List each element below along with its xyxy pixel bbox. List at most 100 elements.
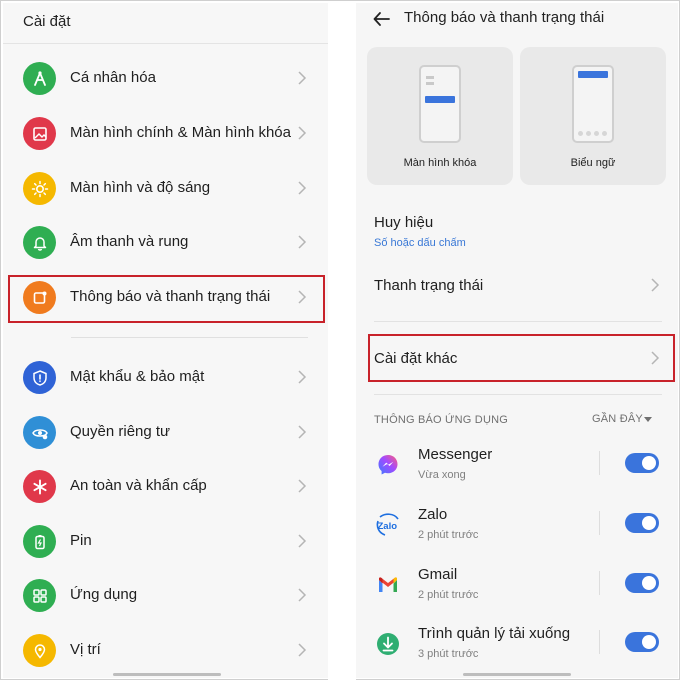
badge-setting-value: Số hoặc dấu chấm <box>374 237 466 249</box>
settings-item-display-brightness[interactable]: Màn hình và độ sáng <box>3 162 328 216</box>
divider <box>599 630 600 654</box>
settings-item-privacy[interactable]: Quyền riêng tư <box>3 406 328 460</box>
download-icon <box>377 633 399 655</box>
header-divider <box>3 43 328 44</box>
settings-item-apps[interactable]: Ứng dụng <box>3 569 328 623</box>
divider <box>599 511 600 535</box>
app-time: Vừa xong <box>418 469 466 481</box>
zalo-icon: Zalo <box>376 513 399 536</box>
apps-grid-icon <box>23 579 56 612</box>
chevron-right-icon <box>298 71 307 85</box>
toggle-knob <box>642 516 656 530</box>
app-time: 2 phút trước <box>418 529 479 541</box>
home-indicator[interactable] <box>463 673 571 676</box>
settings-item-label: Pin <box>70 532 92 549</box>
app-time: 2 phút trước <box>418 589 479 601</box>
toggle-knob <box>642 576 656 590</box>
caret-down-icon[interactable] <box>644 417 652 422</box>
app-row-download-manager[interactable]: Trình quản lý tải xuống 3 phút trước <box>356 624 678 678</box>
bell-icon <box>23 226 56 259</box>
settings-item-battery[interactable]: Pin <box>3 515 328 569</box>
settings-item-safety-emergency[interactable]: An toàn và khẩn cấp <box>3 460 328 514</box>
badge-setting-label[interactable]: Huy hiệu <box>374 214 433 231</box>
wallpaper-icon <box>23 117 56 150</box>
page-title: Cài đặt <box>23 13 71 30</box>
settings-item-label: Cá nhân hóa <box>70 69 156 86</box>
zalo-logo-text: Zalo <box>378 521 398 532</box>
settings-item-label: Ứng dụng <box>70 586 138 603</box>
preview-notification-bar <box>425 96 455 103</box>
status-bar-setting[interactable]: Thanh trạng thái <box>374 277 483 294</box>
divider <box>599 571 600 595</box>
preview-line <box>426 76 434 79</box>
chevron-right-icon <box>298 425 307 439</box>
banner-style-card[interactable]: Biểu ngữ <box>520 47 666 185</box>
preview-dot <box>594 131 599 136</box>
highlight-box <box>368 334 675 382</box>
shield-icon <box>23 361 56 394</box>
chevron-right-icon <box>651 278 660 292</box>
messenger-icon <box>378 455 398 475</box>
app-time: 3 phút trước <box>418 648 479 660</box>
chevron-right-icon <box>298 534 307 548</box>
app-row-messenger[interactable]: Messenger Vừa xong <box>356 445 678 503</box>
battery-icon <box>23 525 56 558</box>
divider <box>599 451 600 475</box>
app-row-zalo[interactable]: Zalo Zalo 2 phút trước <box>356 505 678 563</box>
notification-toggle[interactable] <box>625 513 659 533</box>
back-arrow-icon[interactable] <box>372 9 392 29</box>
preview-line <box>426 82 434 85</box>
brightness-icon <box>23 172 56 205</box>
notifications-panel: Thông báo và thanh trạng thái Màn hình k… <box>356 3 678 678</box>
settings-item-label: Màn hình chính & Màn hình khóa <box>70 124 291 141</box>
highlight-box <box>8 275 325 323</box>
chevron-right-icon <box>298 479 307 493</box>
divider <box>374 321 662 322</box>
app-name: Messenger <box>418 446 493 463</box>
settings-panel: Cài đặt Cá nhân hóa Màn hình chính & Màn… <box>3 3 328 678</box>
notification-toggle[interactable] <box>625 632 659 652</box>
app-name: Zalo <box>418 506 448 523</box>
section-title: THÔNG BÁO ỨNG DỤNG <box>374 414 508 426</box>
chevron-right-icon <box>298 588 307 602</box>
emergency-icon <box>23 470 56 503</box>
sort-dropdown[interactable]: GẦN ĐÂY <box>592 413 643 425</box>
lock-screen-style-card[interactable]: Màn hình khóa <box>367 47 513 185</box>
notification-toggle[interactable] <box>625 453 659 473</box>
notification-toggle[interactable] <box>625 573 659 593</box>
card-label: Màn hình khóa <box>403 157 477 169</box>
chevron-right-icon <box>298 643 307 657</box>
chevron-right-icon <box>298 126 307 140</box>
settings-item-label: Quyền riêng tư <box>70 423 171 440</box>
settings-item-password-security[interactable]: Mật khẩu & bảo mật <box>3 351 328 405</box>
lock-screen-preview <box>419 65 461 143</box>
screenshot-frame: Cài đặt Cá nhân hóa Màn hình chính & Màn… <box>0 0 680 680</box>
app-row-gmail[interactable]: Gmail 2 phút trước <box>356 565 678 623</box>
settings-item-location[interactable]: Vị trí <box>3 624 328 678</box>
settings-item-label: Âm thanh và rung <box>70 233 189 250</box>
settings-item-label: An toàn và khẩn cấp <box>70 477 207 494</box>
app-name: Gmail <box>418 566 458 583</box>
preview-notification-bar <box>578 71 608 78</box>
personalization-icon <box>23 62 56 95</box>
card-label: Biểu ngữ <box>570 157 616 169</box>
settings-item-label: Màn hình và độ sáng <box>70 179 211 196</box>
settings-item-sound-vibration[interactable]: Âm thanh và rung <box>3 216 328 270</box>
toggle-knob <box>642 456 656 470</box>
toggle-knob <box>642 635 656 649</box>
settings-item-home-lock-screen[interactable]: Màn hình chính & Màn hình khóa <box>3 107 328 161</box>
app-name: Trình quản lý tải xuống <box>418 625 571 642</box>
chevron-right-icon <box>298 370 307 384</box>
group-divider <box>71 337 308 338</box>
preview-dot <box>602 131 607 136</box>
settings-item-personalization[interactable]: Cá nhân hóa <box>3 52 328 106</box>
settings-item-label: Vị trí <box>70 641 101 658</box>
home-indicator[interactable] <box>113 673 221 676</box>
preview-dot <box>578 131 583 136</box>
page-title: Thông báo và thanh trạng thái <box>404 9 605 26</box>
banner-preview <box>572 65 614 143</box>
gmail-icon <box>379 577 397 592</box>
privacy-eye-icon <box>23 416 56 449</box>
chevron-right-icon <box>298 235 307 249</box>
divider <box>374 394 662 395</box>
